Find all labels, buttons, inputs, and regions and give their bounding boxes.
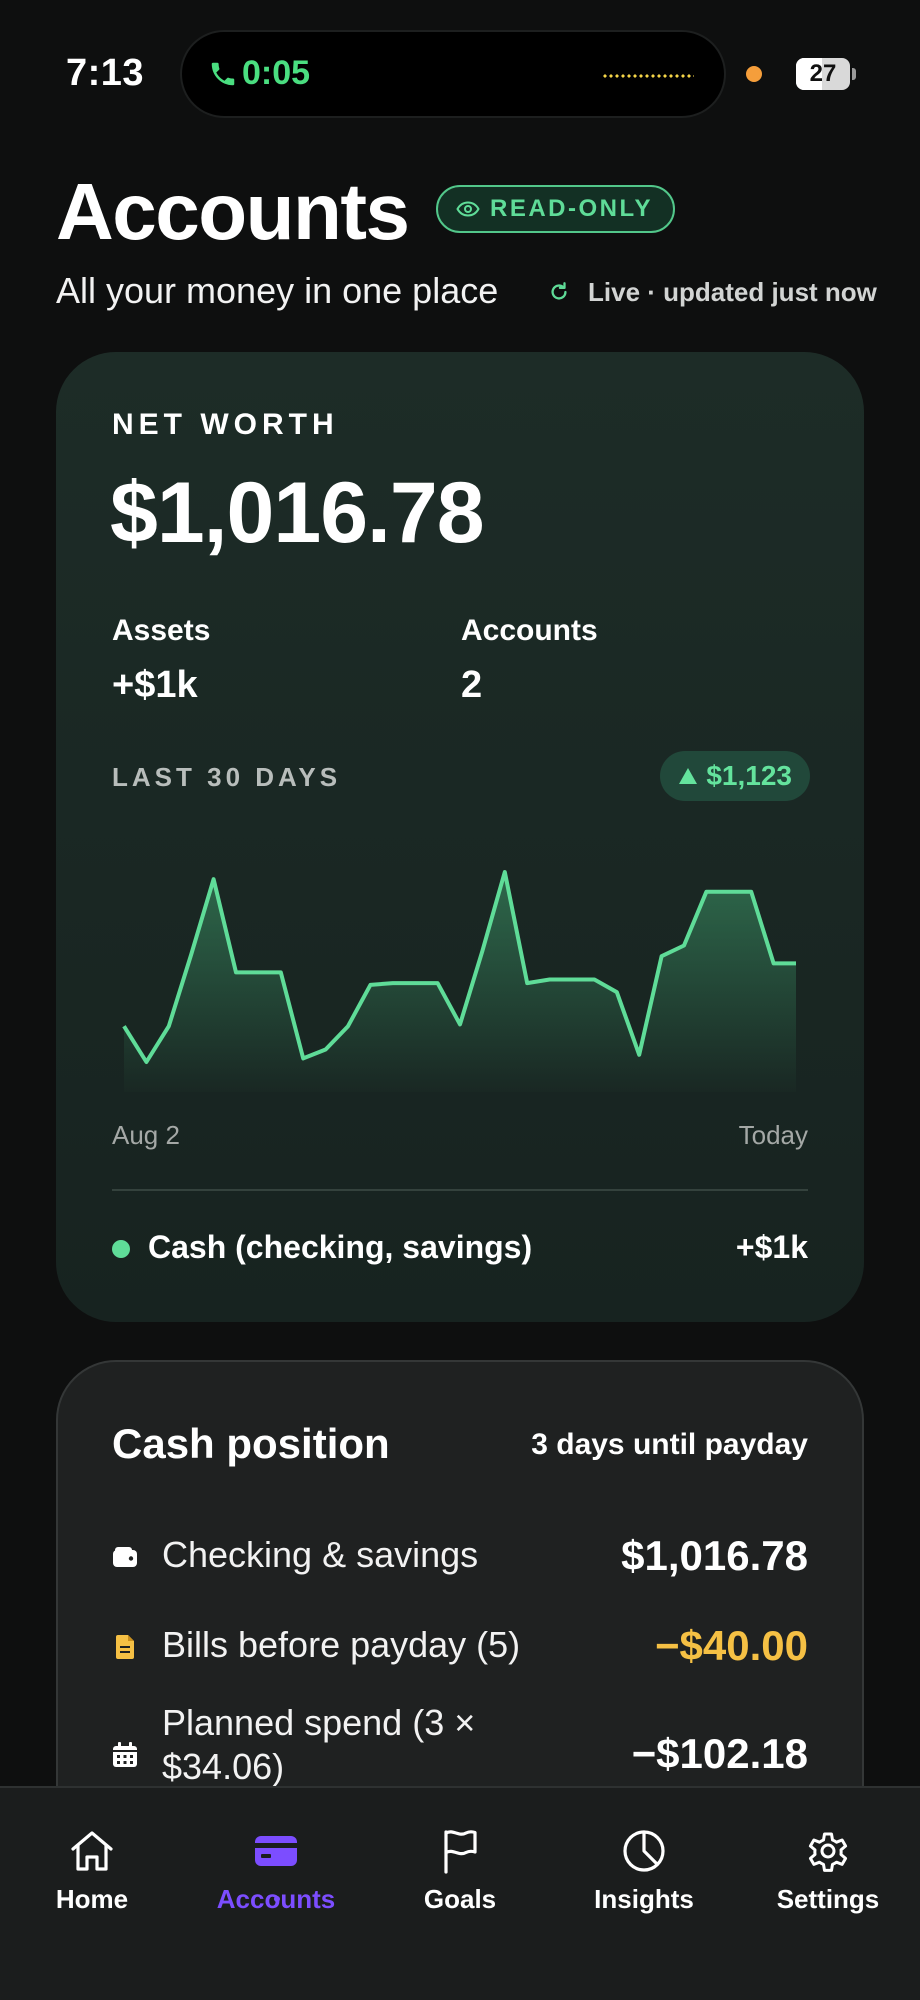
tab-goals[interactable]: Goals <box>368 1826 552 1915</box>
battery-level: 27 <box>809 60 837 87</box>
chart-area-fill <box>124 872 796 1092</box>
chart-point <box>524 980 530 986</box>
chart-point <box>726 889 732 895</box>
tab-label: Settings <box>776 1884 880 1914</box>
chart-point <box>748 889 754 895</box>
tab-label: Home <box>55 1884 129 1914</box>
chart-point <box>569 977 575 983</box>
chart-point <box>255 969 261 975</box>
legend-dot <box>112 1240 130 1258</box>
chart-point <box>547 977 553 983</box>
flag-icon <box>444 1830 477 1874</box>
calendar-icon <box>113 1742 137 1767</box>
assets-value: +$1k <box>112 664 198 706</box>
row-value: $1,016.78 <box>621 1532 808 1579</box>
chart-period-label: LAST 30 DAYS <box>112 762 342 792</box>
accounts-count-value: 2 <box>461 664 483 706</box>
bill-icon <box>116 1635 134 1659</box>
change-value: $1,123 <box>706 760 792 791</box>
chart-point <box>166 1023 172 1029</box>
phone-icon <box>211 62 235 86</box>
legend-label: Cash (checking, savings) <box>148 1229 533 1265</box>
chart-point <box>300 1055 306 1061</box>
audio-waveform <box>602 74 694 78</box>
triangle-up-icon <box>679 768 698 784</box>
tab-insights[interactable]: Insights <box>552 1826 736 1915</box>
battery-cap <box>852 68 856 80</box>
tab-label: Goals <box>423 1884 497 1914</box>
chart-point <box>345 1023 351 1029</box>
status-time: 7:13 <box>66 52 145 94</box>
read-only-label: READ-ONLY <box>490 195 653 222</box>
chart-point <box>681 943 687 949</box>
row-value: −$102.18 <box>631 1730 808 1777</box>
card-icon <box>255 1836 297 1866</box>
cash-row-checking[interactable]: Checking & savings $1,016.78 <box>112 1528 808 1588</box>
card-divider <box>112 1189 808 1191</box>
chart-point <box>435 980 441 986</box>
chart-point <box>659 953 665 959</box>
tab-label: Insights <box>594 1884 694 1914</box>
chart-point <box>457 1021 463 1027</box>
row-label: Planned spend (3 × <box>162 1702 476 1743</box>
tab-home[interactable]: Home <box>0 1826 184 1915</box>
row-label-continued: $34.06) <box>162 1746 285 1787</box>
tab-bar: Home Accounts Goals Insights Settings <box>0 1786 920 2000</box>
refresh-icon[interactable] <box>548 281 570 303</box>
chart-point <box>390 980 396 986</box>
net-worth-chart[interactable] <box>56 812 864 1112</box>
chart-point <box>793 960 799 966</box>
net-worth-card[interactable]: NET WORTH $1,016.78 Assets +$1k Accounts… <box>56 352 864 1322</box>
chart-point <box>636 1052 642 1058</box>
page-title: Accounts <box>56 167 410 256</box>
row-value: −$40.00 <box>655 1622 808 1669</box>
cash-row-bills[interactable]: Bills before payday (5) −$40.00 <box>112 1618 808 1678</box>
chart-point <box>211 876 217 882</box>
eye-icon <box>456 201 480 217</box>
accounts-count-label: Accounts <box>461 614 598 647</box>
assets-label: Assets <box>112 614 211 647</box>
chart-point <box>412 980 418 986</box>
chart-point <box>367 982 373 988</box>
live-update-status: Live · updated just now <box>588 277 877 307</box>
dynamic-island-call[interactable]: 0:05 <box>180 30 726 118</box>
wallet-icon <box>113 1547 137 1567</box>
status-bar: 7:13 0:05 27 <box>0 0 920 150</box>
chart-point <box>188 952 194 958</box>
tab-accounts[interactable]: Accounts <box>184 1826 368 1915</box>
mic-indicator-dot <box>746 66 762 82</box>
cash-position-title: Cash position <box>112 1420 390 1467</box>
chart-point <box>771 960 777 966</box>
chart-point <box>323 1047 329 1053</box>
chart-point <box>233 969 239 975</box>
chart-point <box>278 969 284 975</box>
chart-point <box>591 977 597 983</box>
net-worth-label: NET WORTH <box>112 408 339 441</box>
net-worth-value: $1,016.78 <box>110 465 485 561</box>
active-indicator <box>274 1896 280 1902</box>
page-subtitle: All your money in one place <box>56 270 499 311</box>
legend-value: +$1k <box>735 1229 808 1265</box>
chart-point <box>502 869 508 875</box>
battery-icon: 27 <box>796 58 850 90</box>
home-icon <box>71 1831 113 1871</box>
chart-point <box>614 989 620 995</box>
payday-countdown: 3 days until payday <box>531 1428 808 1461</box>
tab-settings[interactable]: Settings <box>736 1826 920 1915</box>
chart-end-label: Today <box>738 1120 808 1150</box>
chart-point <box>143 1059 149 1065</box>
chart-point <box>703 889 709 895</box>
change-badge: $1,123 <box>660 751 810 801</box>
row-label: Bills before payday (5) <box>162 1624 521 1665</box>
read-only-badge: READ-ONLY <box>436 185 675 233</box>
cash-row-planned-spend[interactable]: Planned spend (3 × $34.06) −$102.18 <box>112 1702 808 1792</box>
chart-start-label: Aug 2 <box>112 1120 180 1150</box>
gear-icon <box>808 1832 848 1872</box>
row-label: Checking & savings <box>162 1534 479 1575</box>
call-timer: 0:05 <box>242 54 311 92</box>
chart-point <box>479 948 485 954</box>
chart-point <box>121 1023 127 1029</box>
pie-chart-icon <box>623 1830 665 1872</box>
